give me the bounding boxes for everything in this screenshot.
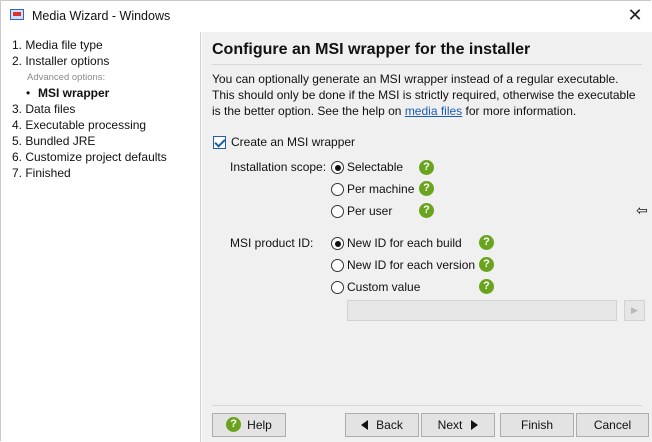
create-msi-checkbox[interactable]	[213, 136, 226, 149]
chevron-right-icon[interactable]: ▶	[624, 300, 645, 321]
product-id-each-version-radio[interactable]	[331, 259, 344, 272]
product-id-each-version-label[interactable]: New ID for each version	[347, 258, 475, 272]
title-divider	[212, 64, 642, 65]
step-media-file-type[interactable]: 1. Media file type	[12, 38, 103, 52]
media-files-link[interactable]: media files	[405, 104, 462, 118]
resize-cursor-icon: ⇦	[636, 203, 648, 219]
product-id-label: MSI product ID:	[230, 236, 314, 250]
step-finished[interactable]: 7. Finished	[12, 166, 71, 180]
description-text-end: for more information.	[462, 104, 577, 118]
help-icon[interactable]: ?	[419, 181, 434, 196]
help-icon[interactable]: ?	[479, 279, 494, 294]
step-executable-processing[interactable]: 4. Executable processing	[12, 118, 146, 132]
next-button-label: Next	[437, 418, 463, 432]
next-button[interactable]: Next	[421, 413, 495, 437]
scope-selectable-radio[interactable]	[331, 161, 344, 174]
scope-per-machine-label[interactable]: Per machine	[347, 182, 414, 196]
main-panel: Configure an MSI wrapper for the install…	[202, 32, 652, 442]
wizard-step-list: 1. Media file type 2. Installer options …	[1, 32, 201, 442]
title-bar[interactable]: Media Wizard - Windows ✕	[1, 1, 652, 32]
scope-per-user-radio[interactable]	[331, 205, 344, 218]
step-bundled-jre[interactable]: 5. Bundled JRE	[12, 134, 95, 148]
cancel-button-label: Cancel	[593, 418, 632, 432]
advanced-options-label: Advanced options:	[27, 72, 106, 83]
product-id-each-build-label[interactable]: New ID for each build	[347, 236, 462, 250]
checkmark-icon	[214, 136, 226, 148]
step-customize-project-defaults[interactable]: 6. Customize project defaults	[12, 150, 167, 164]
button-divider	[212, 405, 642, 406]
arrow-right-icon	[471, 419, 479, 430]
product-id-custom-radio[interactable]	[331, 281, 344, 294]
product-id-each-build-radio[interactable]	[331, 237, 344, 250]
custom-product-id-input[interactable]	[347, 300, 617, 321]
page-title: Configure an MSI wrapper for the install…	[212, 41, 531, 58]
finish-button-label: Finish	[520, 418, 553, 432]
step-msi-wrapper[interactable]: MSI wrapper	[38, 86, 109, 100]
page-description: You can optionally generate an MSI wrapp…	[212, 71, 640, 119]
bullet-icon: •	[26, 86, 31, 100]
help-button-label: Help	[247, 418, 272, 432]
media-wizard-window: Media Wizard - Windows ✕ 1. Media file t…	[0, 0, 652, 442]
scope-selectable-label[interactable]: Selectable	[347, 160, 403, 174]
installation-scope-label: Installation scope:	[230, 160, 327, 174]
cancel-button[interactable]: Cancel	[576, 413, 649, 437]
back-button-label: Back	[376, 418, 403, 432]
help-icon: ?	[226, 417, 242, 433]
finish-button[interactable]: Finish	[500, 413, 574, 437]
close-icon[interactable]: ✕	[621, 3, 649, 29]
scope-per-user-label[interactable]: Per user	[347, 204, 392, 218]
step-data-files[interactable]: 3. Data files	[12, 102, 75, 116]
back-button[interactable]: Back	[345, 413, 419, 437]
help-icon[interactable]: ?	[419, 203, 434, 218]
window-title: Media Wizard - Windows	[32, 9, 171, 23]
arrow-left-icon	[361, 419, 369, 430]
help-icon[interactable]: ?	[419, 160, 434, 175]
help-icon[interactable]: ?	[479, 235, 494, 250]
app-icon	[10, 9, 24, 20]
create-msi-label[interactable]: Create an MSI wrapper	[231, 135, 355, 149]
scope-per-machine-radio[interactable]	[331, 183, 344, 196]
help-button[interactable]: ? Help	[212, 413, 286, 437]
help-icon[interactable]: ?	[479, 257, 494, 272]
step-installer-options[interactable]: 2. Installer options	[12, 54, 109, 68]
product-id-custom-label[interactable]: Custom value	[347, 280, 420, 294]
